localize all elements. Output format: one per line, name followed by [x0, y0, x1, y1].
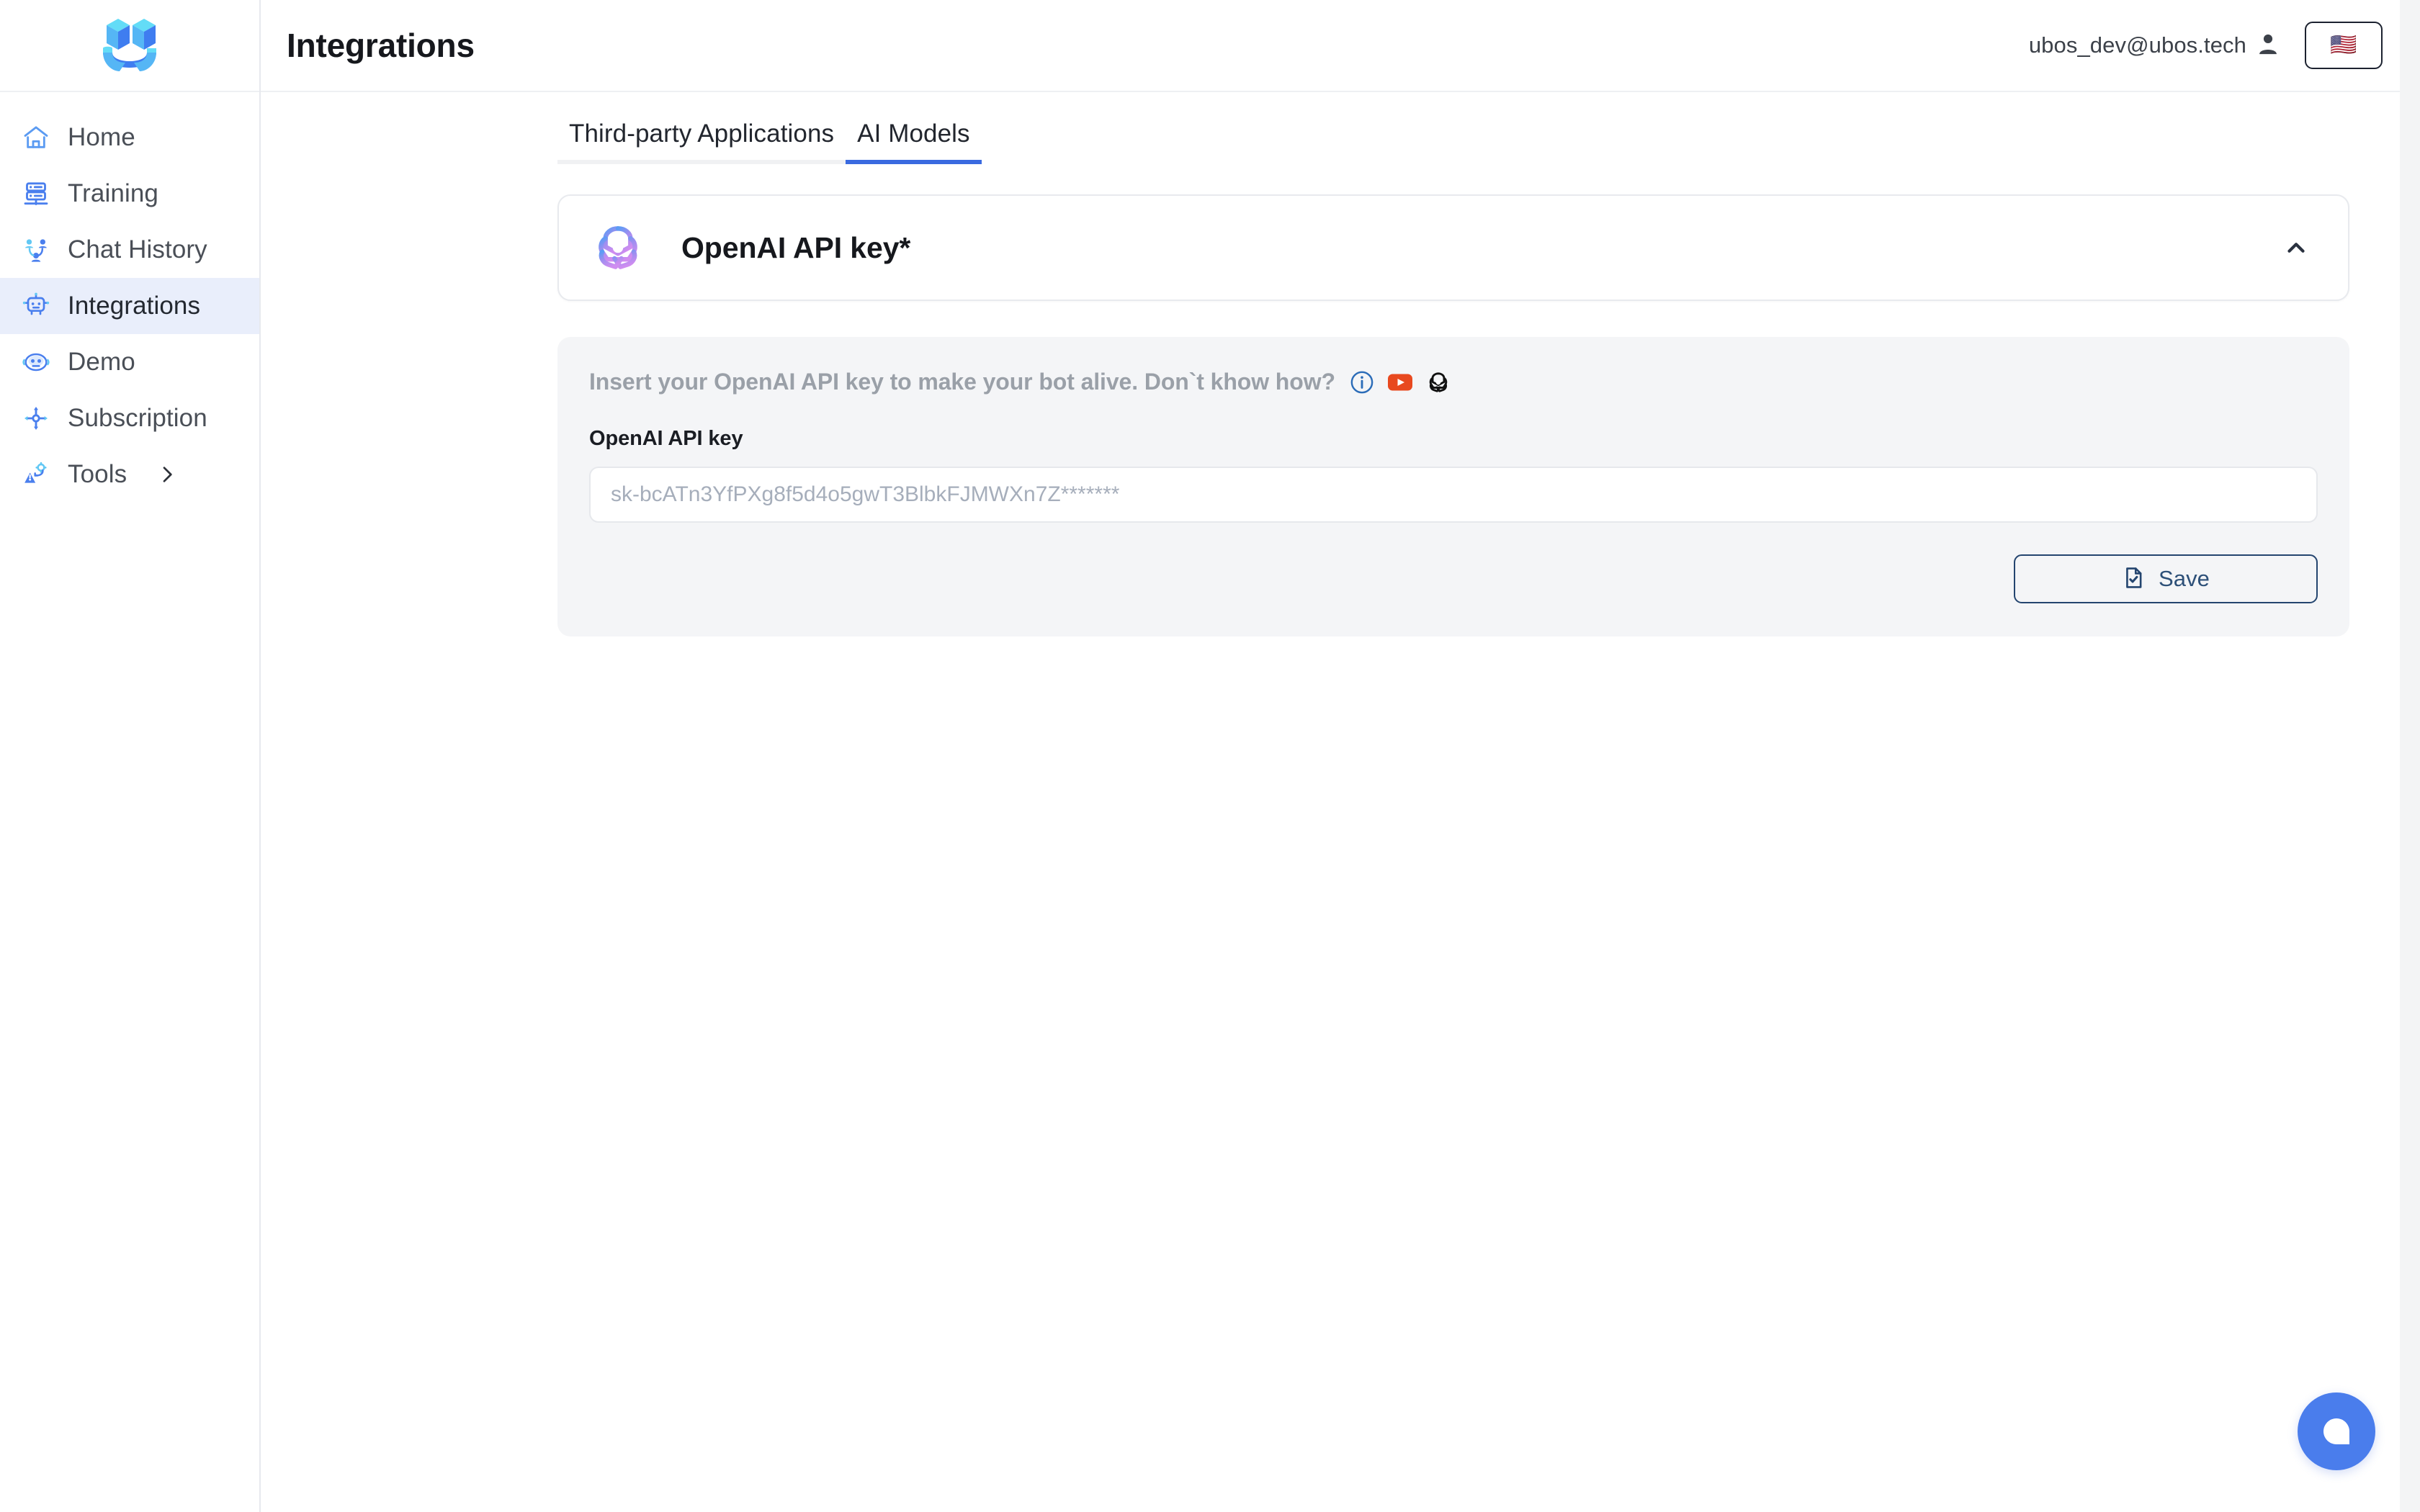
sidebar-item-label: Training: [68, 179, 158, 207]
chevron-up-icon[interactable]: [2273, 225, 2319, 271]
openai-mono-icon[interactable]: [1426, 370, 1451, 395]
chat-bubble-fab[interactable]: [2298, 1392, 2375, 1470]
ubos-smiley-logo: [103, 19, 156, 71]
hint-text: Insert your OpenAI API key to make your …: [589, 369, 1335, 395]
sidebar-item-label: Integrations: [68, 292, 201, 320]
language-switcher-button[interactable]: 🇺🇸: [2305, 22, 2383, 69]
user-avatar-icon: [2256, 32, 2280, 60]
chat-bubble-icon: [2323, 1418, 2349, 1444]
main-area: Integrations ubos_dev@ubos.tech 🇺🇸 Third…: [261, 0, 2420, 1512]
user-menu[interactable]: ubos_dev@ubos.tech: [2029, 32, 2280, 60]
vertical-scrollbar[interactable]: [2400, 0, 2420, 1512]
sidebar: Home Training Chat History Integrations …: [0, 0, 261, 1512]
sidebar-item-integrations[interactable]: Integrations: [0, 278, 259, 334]
tab-third-party-applications[interactable]: Third-party Applications: [557, 120, 846, 164]
sidebar-item-tools[interactable]: Tools: [0, 446, 259, 503]
app-root: Home Training Chat History Integrations …: [0, 0, 2420, 1512]
us-flag-icon: 🇺🇸: [2330, 33, 2357, 57]
tools-gear-icon: [20, 459, 52, 490]
bot-face-icon: [20, 346, 52, 378]
sidebar-item-label: Tools: [68, 460, 127, 488]
sidebar-item-chat-history[interactable]: Chat History: [0, 222, 259, 278]
openai-logo: [591, 220, 645, 275]
save-button[interactable]: Save: [2014, 554, 2318, 603]
sidebar-nav: Home Training Chat History Integrations …: [0, 92, 259, 503]
youtube-icon[interactable]: [1386, 372, 1414, 393]
people-chat-icon: [20, 234, 52, 266]
openai-api-key-card-body: Insert your OpenAI API key to make your …: [557, 337, 2349, 636]
home-icon: [20, 122, 52, 153]
sidebar-item-subscription[interactable]: Subscription: [0, 390, 259, 446]
hint-row: Insert your OpenAI API key to make your …: [589, 369, 2318, 395]
sidebar-item-label: Subscription: [68, 404, 207, 432]
api-key-field-label: OpenAI API key: [589, 427, 743, 450]
tab-bar: Third-party Applications AI Models: [261, 92, 2420, 164]
sidebar-item-label: Home: [68, 123, 135, 151]
brand-logo[interactable]: [0, 0, 259, 92]
card-title: OpenAI API key*: [681, 230, 911, 264]
move-arrows-icon: [20, 402, 52, 434]
topbar-right-group: ubos_dev@ubos.tech 🇺🇸: [2029, 22, 2383, 69]
content-area: OpenAI API key* Insert your OpenAI API k…: [261, 164, 2420, 1512]
sidebar-item-label: Chat History: [68, 235, 207, 264]
server-icon: [20, 178, 52, 210]
sidebar-item-training[interactable]: Training: [0, 166, 259, 222]
hint-icon-group: [1350, 370, 1451, 395]
save-button-label: Save: [2158, 566, 2210, 591]
openai-api-key-card-header[interactable]: OpenAI API key*: [557, 194, 2349, 301]
sidebar-item-label: Demo: [68, 348, 135, 376]
api-key-input[interactable]: [589, 467, 2318, 523]
page-title: Integrations: [287, 27, 475, 64]
top-bar: Integrations ubos_dev@ubos.tech 🇺🇸: [261, 0, 2420, 92]
user-email: ubos_dev@ubos.tech: [2028, 32, 2246, 58]
sidebar-item-demo[interactable]: Demo: [0, 334, 259, 390]
info-circle-icon[interactable]: [1350, 370, 1374, 395]
robot-icon: [20, 290, 52, 322]
form-actions: Save: [589, 554, 2318, 603]
tab-ai-models[interactable]: AI Models: [846, 120, 982, 164]
document-check-icon: [2122, 566, 2146, 592]
chevron-right-icon[interactable]: [156, 463, 179, 486]
sidebar-item-home[interactable]: Home: [0, 109, 259, 166]
